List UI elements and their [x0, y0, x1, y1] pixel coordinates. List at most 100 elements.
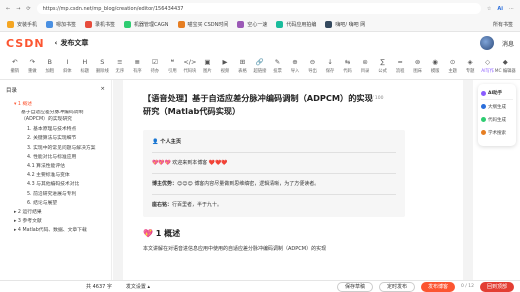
- toolbar-label: 加粗: [45, 69, 55, 74]
- toolbar-icon: ⊕: [292, 58, 298, 66]
- toolbar-button[interactable]: ⊞ 表格: [234, 58, 252, 75]
- save-draft-button[interactable]: 保存草稿: [336, 281, 373, 292]
- outline-item[interactable]: 4.3 与其他编码技术对比: [6, 180, 105, 189]
- toolbar-label: 图片: [203, 69, 212, 74]
- title-icon[interactable]: ⊞: [355, 96, 359, 101]
- toolbar-button[interactable]: ⊖ 导出: [304, 59, 322, 75]
- ai-item-icon: [481, 130, 486, 135]
- ai-item-label: 大纲生成: [488, 104, 506, 110]
- toolbar-label: 公式: [378, 69, 387, 74]
- close-icon[interactable]: ×: [100, 86, 105, 94]
- outline-item[interactable]: ▸ 4 Matlab代码、数据、文章下载: [6, 226, 105, 235]
- bookmark-item[interactable]: 代码应用拍编: [276, 20, 316, 28]
- toolbar-label: 标题: [80, 69, 90, 74]
- outline-item[interactable]: 4.1 算法性能评估: [6, 162, 105, 171]
- csdn-logo[interactable]: CSDN: [6, 37, 45, 50]
- bookmark-label: 安装手机: [17, 21, 38, 28]
- outline-item[interactable]: 5. 前沿研究进展与专利: [6, 190, 105, 199]
- motto-label: 座右铭：: [152, 202, 173, 208]
- toolbar-button[interactable]: ∑ 公式: [374, 58, 392, 75]
- ai-assistant-panel: AI助手 大纲生成代码生成 学术搜索: [478, 84, 516, 146]
- toolbar-button[interactable]: ↓ 保存: [321, 58, 339, 75]
- toolbar-icon: ◇: [485, 58, 491, 66]
- outline-item[interactable]: ▾ 1 概述: [6, 100, 105, 109]
- bookmark-item[interactable]: 空心一速: [237, 20, 267, 28]
- bookmark-item[interactable]: 安装手机: [7, 20, 38, 28]
- toolbar-icon: I: [66, 58, 69, 66]
- toolbar-label: 保存: [325, 69, 335, 74]
- toolbar-button[interactable]: ≣ 有序: [129, 59, 147, 75]
- article-title[interactable]: 【语音处理】基于自适应差分脉冲编码调制（ADPCM）的实现研究（Matlab代码…: [143, 92, 373, 118]
- outline-item[interactable]: ▸ 3 参考文献: [6, 217, 105, 226]
- toolbar-button[interactable]: </> 代码块: [181, 59, 199, 75]
- bookmark-item[interactable]: 录机书签: [85, 20, 115, 28]
- toolbar-label: 图床: [413, 69, 422, 74]
- star-icon[interactable]: ☆: [487, 6, 491, 12]
- ai-panel-item[interactable]: 学术搜索: [481, 126, 513, 139]
- toolbar-button[interactable]: ⊚ 图床: [409, 59, 427, 75]
- toolbar-button[interactable]: I 斜体: [59, 58, 77, 75]
- message-link[interactable]: 消息: [502, 39, 514, 48]
- bookmark-item[interactable]: 嗯加书签: [46, 20, 76, 28]
- outline-item[interactable]: 1. 基本原理与技术特点: [6, 125, 105, 134]
- outline-item[interactable]: 3. 实现中的常见问题与解决方案: [6, 144, 105, 153]
- ai-panel-item[interactable]: 大纲生成: [481, 100, 513, 113]
- toolbar-button[interactable]: H 标题: [76, 59, 94, 75]
- toolbar-button[interactable]: ◉ 模版: [426, 59, 444, 75]
- toolbar-button[interactable]: ⊙ 主题: [444, 59, 462, 75]
- divider: [152, 194, 396, 195]
- reload-icon[interactable]: ⟳: [26, 6, 30, 12]
- toolbar-button[interactable]: ≡ 无序: [111, 59, 129, 75]
- toolbar-button[interactable]: ⇆ 代码: [339, 59, 357, 75]
- toolbar-icon: ∑: [380, 58, 385, 66]
- csdn-header: CSDN ‹ 发布文章 消息: [0, 32, 520, 54]
- url-field[interactable]: https://mp.csdn.net/mp_blog/creation/edi…: [36, 3, 481, 14]
- back-to-top-button[interactable]: 回到顶部: [479, 281, 514, 292]
- toolbar-button[interactable]: ✎ 投票: [269, 59, 287, 75]
- post-title: ‹ 发布文章: [55, 38, 89, 48]
- toolbar-button[interactable]: ⊕ 导入: [286, 58, 304, 75]
- toolbar-button[interactable]: ↶ 撤销: [6, 59, 24, 75]
- outline-item[interactable]: 4.2 主要标准与变体: [6, 171, 105, 180]
- outline-item[interactable]: 4. 性能对比与标准应用: [6, 153, 105, 162]
- toolbar-button[interactable]: ⊜ 目录: [356, 59, 374, 75]
- toolbar-button[interactable]: ◆ MC 编辑器: [495, 59, 516, 75]
- toolbar-button[interactable]: ◈ 专题: [461, 58, 479, 75]
- outline-item[interactable]: 基于自适应差分脉冲编码调制（ADPCM）的实现研究: [6, 110, 105, 123]
- editor-paper[interactable]: 【语音处理】基于自适应差分脉冲编码调制（ADPCM）的实现研究（Matlab代码…: [123, 80, 463, 280]
- publish-button[interactable]: 发布博客: [421, 281, 456, 292]
- toolbar-button[interactable]: B 加粗: [41, 59, 59, 75]
- back-icon[interactable]: ←: [6, 6, 10, 12]
- all-bookmarks-link[interactable]: 所有书签: [493, 21, 513, 28]
- outline-item[interactable]: 2. 关键算法与实现细节: [6, 134, 105, 143]
- outline-item[interactable]: 6. 结论与展望: [6, 199, 105, 208]
- toolbar-icon: ◈: [467, 58, 473, 66]
- toolbar-button[interactable]: ≈ 流程: [391, 58, 409, 75]
- toolbar-button[interactable]: ▶ 视频: [216, 59, 234, 75]
- toolbar-icon: ↓: [327, 58, 333, 66]
- forward-icon[interactable]: →: [16, 6, 20, 12]
- advantage-text: 😊😊😊 博客内容尽量做到思维缜密，逻辑清晰，为了方便读者。: [177, 181, 320, 187]
- toolbar-button[interactable]: S 删除线: [94, 59, 112, 75]
- bookmark-item[interactable]: 喵宝买 CSDN时间: [177, 20, 228, 28]
- bookmark-item[interactable]: 嗨吧/ 嗨吧 网: [325, 20, 365, 28]
- toolbar-button[interactable]: ❝ 引用: [164, 59, 182, 75]
- toolbar-button[interactable]: ☑ 待办: [146, 59, 164, 75]
- more-icon[interactable]: ⋯: [509, 6, 514, 12]
- toolbar-button[interactable]: ▣ 图片: [199, 59, 217, 75]
- toolbar-button[interactable]: 🔗 超链接: [251, 59, 269, 75]
- toolbar-button[interactable]: ↷ 重做: [24, 59, 42, 75]
- toolbar-icon: ≈: [397, 58, 403, 66]
- toolbar-label: 导出: [308, 69, 317, 74]
- ai-panel-title[interactable]: AI助手: [481, 87, 513, 100]
- publish-settings-link[interactable]: 发文设置 ▴: [126, 283, 150, 290]
- chevron-left-icon[interactable]: ‹: [55, 39, 58, 47]
- scheduled-publish-button[interactable]: 定时发布: [378, 281, 415, 292]
- bookmark-item[interactable]: 机器管理CAGN: [124, 20, 169, 28]
- ai-label[interactable]: Ai: [497, 6, 503, 12]
- avatar[interactable]: [479, 36, 494, 50]
- ai-panel-item[interactable]: 代码生成: [481, 113, 513, 126]
- toolbar-icon: ⊞: [239, 58, 246, 66]
- bookmark-label: 机器管理CAGN: [134, 21, 169, 28]
- outline-item[interactable]: ▸ 2 运行结果: [6, 208, 105, 217]
